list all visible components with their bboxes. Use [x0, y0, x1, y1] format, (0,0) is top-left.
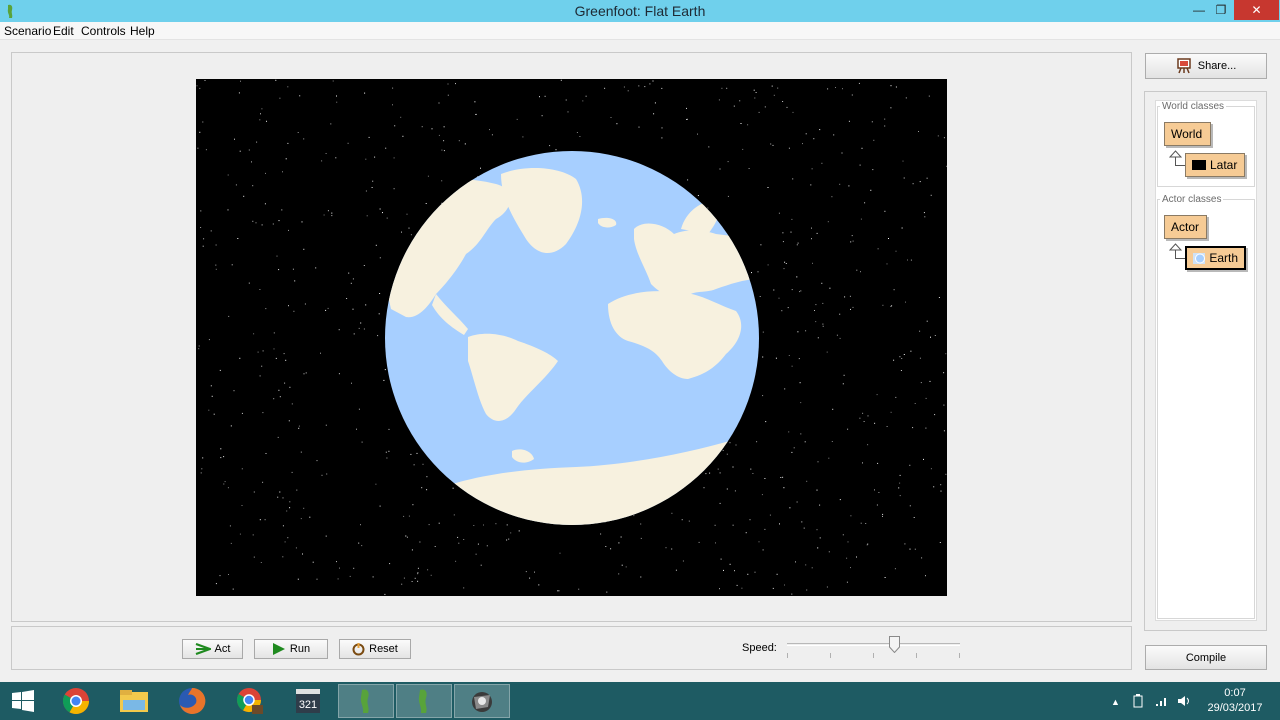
volume-icon[interactable]: [1177, 695, 1191, 707]
class-latar-label: Latar: [1210, 158, 1238, 172]
windows-start-icon[interactable]: [0, 684, 46, 718]
close-button[interactable]: ✕: [1234, 0, 1279, 20]
class-world-label: World: [1171, 127, 1203, 141]
play-icon: [272, 643, 285, 655]
clock-date: 29/03/2017: [1207, 702, 1263, 714]
speed-slider[interactable]: [787, 643, 960, 646]
chrome-app-icon[interactable]: [222, 684, 278, 718]
earth-thumbnail-icon: [1193, 252, 1206, 264]
menu-help[interactable]: Help: [130, 24, 155, 38]
class-earth-label: Earth: [1209, 251, 1238, 265]
svg-text:321: 321: [299, 699, 317, 711]
title-bar: Greenfoot: Flat Earth — ❐ ✕: [0, 0, 1280, 22]
act-icon: [195, 643, 211, 655]
menu-edit[interactable]: Edit: [53, 24, 74, 38]
compile-label: Compile: [1185, 651, 1227, 664]
earth-actor[interactable]: [196, 79, 947, 596]
act-label: Act: [214, 643, 231, 655]
slider-tick: [787, 653, 788, 658]
class-actor-label: Actor: [1171, 220, 1200, 234]
run-label: Run: [289, 643, 311, 655]
taskbar-clock[interactable]: 0:07 29/03/2017: [1200, 686, 1270, 716]
media-player-icon[interactable]: 321: [280, 684, 336, 718]
slider-tick: [916, 653, 917, 658]
reset-button[interactable]: Reset: [339, 639, 411, 659]
world-canvas[interactable]: [196, 79, 947, 596]
run-button[interactable]: Run: [254, 639, 328, 659]
chrome-icon[interactable]: [48, 684, 104, 718]
class-earth[interactable]: Earth: [1185, 246, 1246, 270]
greenfoot-icon[interactable]: [338, 684, 394, 718]
act-button[interactable]: Act: [182, 639, 243, 659]
clock-time: 0:07: [1224, 687, 1246, 699]
control-panel: [11, 626, 1132, 670]
firefox-icon[interactable]: [164, 684, 220, 718]
file-explorer-icon[interactable]: [106, 684, 162, 718]
slider-tick: [873, 653, 874, 658]
reset-label: Reset: [369, 643, 398, 655]
actor-classes-title: Actor classes: [1160, 194, 1224, 205]
class-world[interactable]: World: [1164, 122, 1211, 146]
latar-thumbnail-icon: [1192, 160, 1206, 170]
slider-tick: [830, 653, 831, 658]
menu-controls[interactable]: Controls: [81, 24, 126, 38]
class-actor[interactable]: Actor: [1164, 215, 1207, 239]
class-latar[interactable]: Latar: [1185, 153, 1245, 177]
menu-bar: Scenario Edit Controls Help: [0, 22, 1280, 40]
world-classes-title: World classes: [1160, 101, 1227, 112]
tray-overflow-icon[interactable]: ▲: [1111, 697, 1120, 707]
compile-button[interactable]: Compile: [1145, 645, 1267, 670]
signal-icon[interactable]: [1155, 695, 1169, 707]
menu-scenario[interactable]: Scenario: [4, 24, 51, 38]
share-label: Share...: [1197, 60, 1237, 72]
inheritance-line: [1175, 165, 1185, 166]
speed-slider-thumb[interactable]: [889, 636, 901, 653]
inheritance-arrow-icon: [1169, 243, 1182, 251]
greenfoot-icon[interactable]: [396, 684, 452, 718]
reset-icon: [352, 642, 365, 655]
window-title: Greenfoot: Flat Earth: [574, 3, 706, 19]
inheritance-line: [1175, 258, 1185, 259]
speed-label: Speed:: [742, 642, 777, 654]
share-button[interactable]: Share...: [1145, 53, 1267, 79]
game-icon[interactable]: [454, 684, 510, 718]
inheritance-arrow-icon: [1169, 150, 1182, 158]
battery-icon[interactable]: [1131, 694, 1145, 708]
share-easel-icon: [1176, 58, 1191, 74]
restore-button[interactable]: ❐: [1207, 0, 1235, 20]
slider-tick: [959, 653, 960, 658]
